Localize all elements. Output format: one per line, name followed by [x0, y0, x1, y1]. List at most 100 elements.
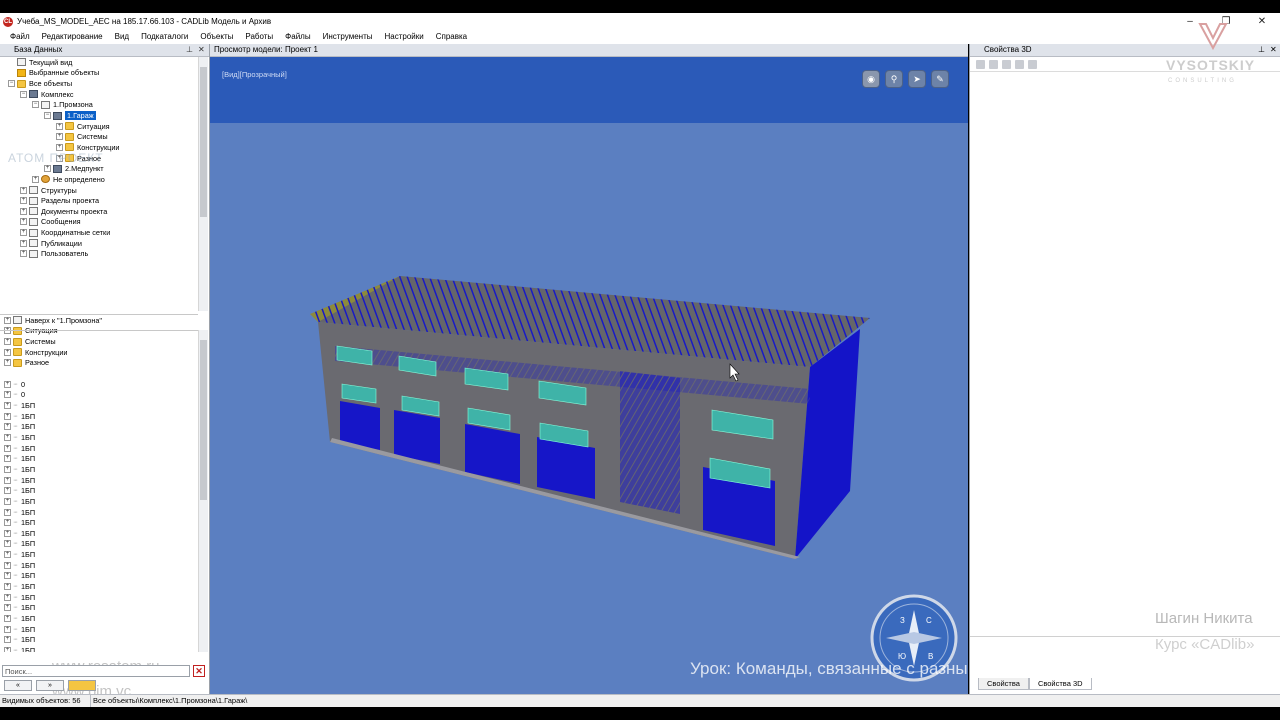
expand-icon[interactable]: +	[20, 229, 27, 237]
menu-subcatalogs[interactable]: Подкаталоги	[135, 30, 194, 44]
expand-icon[interactable]: +	[4, 593, 11, 601]
menu-objects[interactable]: Объекты	[194, 30, 239, 44]
menu-view[interactable]: Вид	[109, 30, 135, 44]
expand-icon[interactable]: +	[20, 239, 27, 247]
expand-icon[interactable]: +	[4, 444, 11, 452]
nav-back-button[interactable]: «	[4, 680, 32, 691]
tool-icon[interactable]	[1015, 59, 1024, 69]
expand-icon[interactable]: +	[20, 218, 27, 226]
expand-icon[interactable]: +	[4, 497, 11, 505]
tree-item[interactable]: + Структуры	[0, 185, 198, 196]
tree-item[interactable]: − Все объекты	[0, 78, 198, 89]
tree-item[interactable]: +2.Медпункт	[0, 163, 198, 174]
menu-tools[interactable]: Инструменты	[317, 30, 379, 44]
expand-icon[interactable]: +	[4, 551, 11, 559]
expand-icon[interactable]: +	[4, 519, 11, 527]
menu-file[interactable]: Файл	[4, 30, 36, 44]
expand-icon[interactable]: +	[4, 487, 11, 495]
object-list-item[interactable]: + ··· 1БП	[0, 507, 198, 518]
object-list-item[interactable]: + ··· 1БП	[0, 528, 198, 539]
collapse-icon[interactable]: −	[20, 90, 27, 98]
object-list-item[interactable]: + ··· 1БП	[0, 400, 198, 411]
object-list-item[interactable]: + ··· 1БП	[0, 613, 198, 624]
expand-icon[interactable]: +	[4, 402, 11, 410]
tool-icon[interactable]	[976, 59, 985, 69]
expand-icon[interactable]: +	[56, 143, 63, 151]
collapse-icon[interactable]: −	[8, 80, 15, 88]
expand-icon[interactable]: +	[4, 540, 11, 548]
objects-scrollbar[interactable]	[198, 330, 208, 652]
menu-works[interactable]: Работы	[239, 30, 279, 44]
object-list-item[interactable]: + ··· 1БП	[0, 411, 198, 422]
object-list-item[interactable]: + ··· 1БП	[0, 422, 198, 433]
tree-item[interactable]: + Публикации	[0, 238, 198, 249]
object-list-item[interactable]: + ··· 1БП	[0, 496, 198, 507]
expand-icon[interactable]: +	[20, 197, 27, 205]
tree-item[interactable]: Выбранные объекты	[0, 68, 198, 79]
object-list-item[interactable]: + ··· 1БП	[0, 602, 198, 613]
tree-item[interactable]: − Комплекс	[0, 89, 198, 100]
objects-scrollbar-thumb[interactable]	[200, 340, 207, 500]
nav-folder-button[interactable]	[68, 680, 96, 691]
menu-edit[interactable]: Редактирование	[36, 30, 109, 44]
close-button[interactable]: ✕	[1244, 13, 1280, 30]
object-list-item[interactable]: + ··· 0	[0, 379, 198, 390]
object-list-item[interactable]: + ··· 1БП	[0, 571, 198, 582]
tree-item[interactable]: + Не определено	[0, 174, 198, 185]
object-list-item[interactable]: + ··· 1БП	[0, 581, 198, 592]
expand-icon[interactable]: +	[4, 455, 11, 463]
close-icon[interactable]: ✕	[1270, 44, 1277, 56]
tree-item[interactable]: − 1.Гараж	[0, 110, 198, 121]
menu-help[interactable]: Справка	[430, 30, 473, 44]
expand-icon[interactable]: +	[4, 423, 11, 431]
object-list-item[interactable]: + ··· 1БП	[0, 517, 198, 528]
object-list-item[interactable]: + ··· 1БП	[0, 464, 198, 475]
collapse-icon[interactable]: −	[44, 112, 51, 120]
expand-icon[interactable]: +	[20, 207, 27, 215]
expand-icon[interactable]: +	[4, 476, 11, 484]
expand-icon[interactable]: +	[44, 165, 51, 173]
tool-icon[interactable]	[1002, 59, 1011, 69]
tool-icon[interactable]	[989, 59, 998, 69]
tree-item[interactable]: + Координатные сетки	[0, 227, 198, 238]
tree-item[interactable]: + Сообщения	[0, 217, 198, 228]
expand-icon[interactable]: +	[20, 186, 27, 194]
object-list-item[interactable]: + ··· 1БП	[0, 539, 198, 550]
expand-icon[interactable]: +	[4, 412, 11, 420]
tree-item[interactable]: + Пользователь	[0, 249, 198, 260]
expand-icon[interactable]: +	[4, 582, 11, 590]
expand-icon[interactable]: +	[56, 133, 63, 141]
tree-scrollbar-thumb[interactable]	[200, 67, 207, 217]
object-list-item[interactable]: + ··· 1БП	[0, 624, 198, 635]
pin-icon[interactable]: ⊥	[186, 44, 193, 56]
expand-icon[interactable]: +	[4, 380, 11, 388]
subtree-item[interactable]: + Наверх к "1.Промзона"	[0, 315, 198, 326]
tree-item[interactable]: + Системы	[0, 131, 198, 142]
tab-properties-3d[interactable]: Свойства 3D	[1028, 678, 1092, 690]
object-list-item[interactable]: + ··· 1БП	[0, 560, 198, 571]
tree-item[interactable]: + Документы проекта	[0, 206, 198, 217]
tree-item[interactable]: − 1.Промзона	[0, 100, 198, 111]
object-list-item[interactable]: + ··· 1БП	[0, 645, 198, 652]
tree-item[interactable]: + Ситуация	[0, 121, 198, 132]
collapse-icon[interactable]: −	[32, 101, 39, 109]
clear-search-icon[interactable]: ✕	[193, 665, 205, 677]
search-input[interactable]: Поиск...	[2, 665, 190, 677]
object-list-item[interactable]: + ··· 1БП	[0, 443, 198, 454]
object-list-item[interactable]: + ··· 1БП	[0, 432, 198, 443]
expand-icon[interactable]: +	[4, 316, 11, 324]
close-icon[interactable]: ✕	[198, 44, 205, 56]
expand-icon[interactable]: +	[32, 175, 39, 183]
expand-icon[interactable]: +	[4, 561, 11, 569]
nav-forward-button[interactable]: »	[36, 680, 64, 691]
object-list-item[interactable]: + ··· 1БП	[0, 592, 198, 603]
object-list-item[interactable]: + ··· 1БП	[0, 453, 198, 464]
object-list-item[interactable]: + ··· 0	[0, 390, 198, 401]
tree-item[interactable]: + Разделы проекта	[0, 195, 198, 206]
tab-properties[interactable]: Свойства	[978, 678, 1029, 690]
expand-icon[interactable]: +	[56, 122, 63, 130]
expand-icon[interactable]: +	[4, 572, 11, 580]
model-viewer[interactable]: Просмотр модели: Проект 1 [Вид][Прозрачн…	[210, 44, 968, 694]
tool-icon[interactable]	[1028, 59, 1037, 69]
menu-files[interactable]: Файлы	[279, 30, 316, 44]
